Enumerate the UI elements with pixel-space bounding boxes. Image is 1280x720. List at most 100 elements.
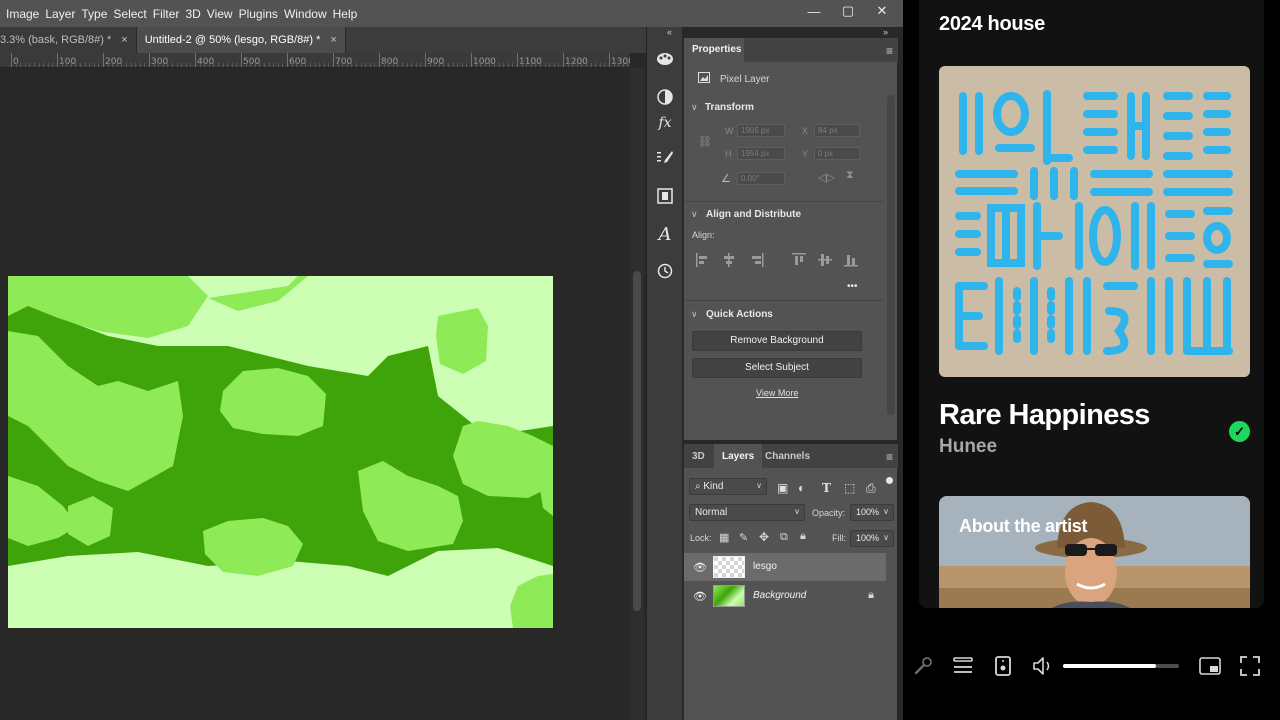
check-circle-icon[interactable]: ✓ xyxy=(1229,421,1250,442)
filter-smart-object-icon[interactable]: ⎙ xyxy=(866,481,876,496)
angle-field[interactable]: 0.00° xyxy=(737,172,785,185)
filter-type-icon[interactable]: T xyxy=(822,481,831,495)
filter-shape-icon[interactable]: ⬚ xyxy=(844,481,855,495)
palette-icon[interactable] xyxy=(653,47,677,71)
ruler-minor-tick xyxy=(530,63,532,67)
x-field[interactable]: 84 px xyxy=(814,124,860,137)
menu-layer[interactable]: Layer xyxy=(39,7,75,21)
filter-pixel-icon[interactable]: ▣ xyxy=(777,481,788,495)
canvas-area[interactable] xyxy=(0,68,630,720)
track-title[interactable]: Rare Happiness xyxy=(939,399,1150,432)
select-subject-button[interactable]: Select Subject xyxy=(692,358,862,378)
ruler-minor-tick xyxy=(89,63,91,67)
chevron-down-icon[interactable]: ∨ xyxy=(691,309,698,320)
y-field[interactable]: 0 px xyxy=(814,147,860,160)
menu-view[interactable]: View xyxy=(201,7,233,21)
menu-type[interactable]: Type xyxy=(75,7,107,21)
lock-position-icon[interactable]: ✥ xyxy=(759,530,769,544)
collapse-icon[interactable]: « xyxy=(667,27,672,37)
lock-icon: 🔒︎ xyxy=(868,589,874,601)
artwork-canvas[interactable] xyxy=(8,276,553,628)
ruler-major-tick xyxy=(333,53,334,67)
document-tab-untitled-2[interactable]: Untitled-2 @ 50% (lesgo, RGB/8#) * × xyxy=(136,27,346,53)
close-button[interactable]: ✕ xyxy=(873,3,891,19)
link-icon[interactable]: ⛓ xyxy=(698,135,712,148)
more-options-icon[interactable]: ••• xyxy=(847,281,858,292)
filter-toggle[interactable] xyxy=(886,477,893,484)
menu-plugins[interactable]: Plugins xyxy=(233,7,278,21)
eye-icon[interactable]: 👁︎ xyxy=(693,561,707,574)
tab-channels[interactable]: Channels xyxy=(765,444,810,468)
menu-image[interactable]: Image xyxy=(0,7,39,21)
layer-row-background[interactable]: 👁︎ Background 🔒︎ xyxy=(684,582,886,610)
ruler-minor-tick xyxy=(20,63,22,67)
chevron-down-icon[interactable]: ∨ xyxy=(691,102,698,113)
layer-name: Background xyxy=(753,590,807,601)
ruler-minor-tick xyxy=(480,63,482,67)
document-tab-bask[interactable]: 3.3% (bask, RGB/8#) * × xyxy=(0,27,137,53)
tab-properties[interactable]: Properties xyxy=(684,38,744,62)
character-icon[interactable]: A xyxy=(653,222,677,246)
maximize-button[interactable]: ▢ xyxy=(839,3,857,19)
ruler-minor-tick xyxy=(540,63,541,67)
minimize-button[interactable]: — xyxy=(805,4,823,19)
blend-mode-dropdown[interactable]: Normal ∨ xyxy=(689,504,805,521)
lock-all-icon[interactable]: 🔒︎ xyxy=(800,530,806,543)
expand-icon[interactable]: » xyxy=(883,27,888,37)
tab-3d[interactable]: 3D xyxy=(692,444,705,468)
flip-vertical-icon[interactable]: ⧗ xyxy=(846,169,854,182)
menu-window[interactable]: Window xyxy=(278,7,327,21)
layer-filter-dropdown[interactable]: ⌕ Kind ∨ xyxy=(689,478,767,495)
filter-adjustment-icon[interactable]: ◐ xyxy=(798,481,805,495)
lock-transparent-icon[interactable]: ▦ xyxy=(719,531,729,544)
ruler-minor-tick xyxy=(254,63,256,67)
eye-icon[interactable]: 👁︎ xyxy=(693,590,707,603)
volume-slider[interactable] xyxy=(1063,664,1179,668)
ruler-minor-tick xyxy=(507,63,509,67)
fill-field[interactable]: 100% ∨ xyxy=(850,530,894,547)
track-artist[interactable]: Hunee xyxy=(939,436,997,458)
chevron-down-icon: ∨ xyxy=(883,533,889,542)
tab-layers[interactable]: Layers xyxy=(714,444,763,468)
panel-menu-icon[interactable]: ≡ xyxy=(886,44,893,58)
ruler-minor-tick xyxy=(199,63,201,67)
history-icon[interactable] xyxy=(653,259,677,283)
layer-row-lesgo[interactable]: 👁︎ lesgo xyxy=(684,553,886,581)
miniplayer-icon[interactable] xyxy=(1198,654,1222,678)
opacity-field[interactable]: 100% ∨ xyxy=(850,504,894,521)
lock-pixels-icon[interactable]: ✎ xyxy=(739,531,748,544)
chevron-down-icon[interactable]: ∨ xyxy=(691,209,698,220)
opacity-value: 100% xyxy=(856,507,880,517)
remove-background-button[interactable]: Remove Background xyxy=(692,331,862,351)
flip-horizontal-icon[interactable]: ◁▷ xyxy=(818,171,835,184)
view-more-link[interactable]: View More xyxy=(756,388,798,398)
menu-help[interactable]: Help xyxy=(327,7,358,21)
scrollbar-thumb[interactable] xyxy=(633,271,641,611)
width-field[interactable]: 1905 px xyxy=(737,124,785,137)
panel-menu-icon[interactable]: ≡ xyxy=(886,450,893,464)
ruler-minor-tick xyxy=(443,63,445,67)
close-icon[interactable]: × xyxy=(121,34,127,46)
ruler-minor-tick xyxy=(66,63,68,67)
properties-scrollbar[interactable] xyxy=(887,95,895,415)
adjustments-icon[interactable] xyxy=(653,85,677,109)
brush-settings-icon[interactable] xyxy=(653,146,677,170)
about-artist-card[interactable]: About the artist xyxy=(939,496,1250,608)
close-icon[interactable]: × xyxy=(330,34,336,46)
ruler-minor-tick xyxy=(392,63,394,67)
connect-device-icon[interactable] xyxy=(991,654,1015,678)
library-icon[interactable] xyxy=(653,184,677,208)
playlist-title[interactable]: 2024 house xyxy=(939,13,1045,36)
canvas-vertical-scrollbar[interactable] xyxy=(630,68,644,720)
fx-icon[interactable]: fx xyxy=(653,111,677,135)
lock-artboard-icon[interactable]: ⧉ xyxy=(780,531,788,544)
fullscreen-icon[interactable] xyxy=(1238,654,1262,678)
menu-filter[interactable]: Filter xyxy=(147,7,180,21)
microphone-icon[interactable] xyxy=(911,654,935,678)
menu-select[interactable]: Select xyxy=(107,7,146,21)
queue-icon[interactable] xyxy=(951,654,975,678)
ruler-major-tick xyxy=(425,53,426,67)
height-field[interactable]: 1954 px xyxy=(737,147,785,160)
volume-icon[interactable] xyxy=(1031,654,1055,678)
menu-3d[interactable]: 3D xyxy=(179,7,200,21)
